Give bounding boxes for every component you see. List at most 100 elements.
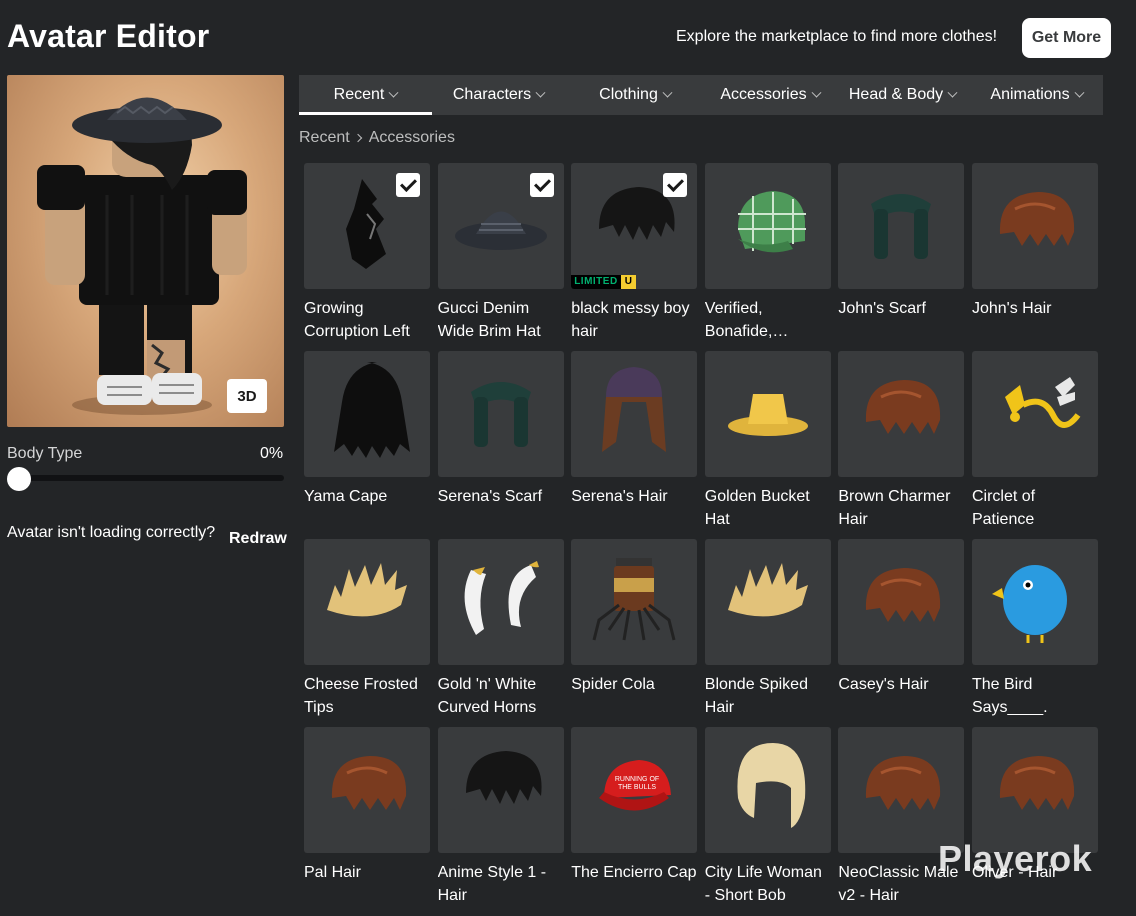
item-thumbnail[interactable] (704, 163, 831, 289)
selected-checkbox[interactable] (663, 173, 688, 197)
item-name[interactable]: Pal Hair (304, 861, 430, 884)
item-thumbnail[interactable] (971, 351, 1098, 477)
item-thumbnail[interactable] (971, 727, 1098, 853)
cape-icon (322, 357, 412, 472)
breadcrumb: Recent Accessories (299, 129, 455, 147)
item-thumbnail[interactable] (304, 539, 430, 665)
item-card[interactable]: Blonde Spiked Hair (704, 539, 831, 727)
item-thumbnail[interactable] (704, 539, 831, 665)
item-thumbnail[interactable] (838, 351, 965, 477)
item-grid: Growing Corruption Left Gucci Denim Wide … (304, 163, 1104, 915)
item-thumbnail[interactable] (971, 539, 1098, 665)
item-card[interactable]: Growing Corruption Left (304, 163, 430, 351)
item-thumbnail[interactable] (304, 727, 430, 853)
item-thumbnail[interactable] (838, 163, 965, 289)
item-name[interactable]: Golden Bucket Hat (705, 485, 831, 531)
tab-head-body[interactable]: Head & Body (835, 75, 970, 115)
item-name[interactable]: Serena's Hair (571, 485, 697, 508)
item-thumbnail[interactable] (838, 539, 965, 665)
view-3d-button[interactable]: 3D (227, 379, 267, 413)
body-type-value: 0% (260, 445, 284, 462)
item-thumbnail[interactable] (971, 163, 1098, 289)
item-thumbnail[interactable] (304, 351, 430, 477)
tab-recent[interactable]: Recent (299, 75, 432, 115)
item-card[interactable]: Golden Bucket Hat (704, 351, 831, 539)
item-card[interactable]: John's Scarf (838, 163, 965, 351)
horns-icon (451, 555, 551, 650)
item-name[interactable]: Verified, Bonafide,… (705, 297, 831, 343)
item-thumbnail[interactable] (838, 727, 965, 853)
spiky-hair-icon (317, 560, 417, 645)
item-card[interactable]: Casey's Hair (838, 539, 965, 727)
chevron-down-icon (1074, 87, 1085, 98)
item-name[interactable]: Casey's Hair (838, 673, 964, 696)
item-card[interactable]: Gold 'n' White Curved Horns (437, 539, 564, 727)
item-name[interactable]: The Encierro Cap (571, 861, 697, 884)
hair-icon (990, 184, 1080, 269)
scarf-icon (456, 367, 546, 462)
item-name[interactable]: The Bird Says____. (972, 673, 1098, 719)
tab-accessories[interactable]: Accessories (705, 75, 835, 115)
item-thumbnail[interactable] (704, 351, 831, 477)
item-card[interactable]: Circlet of Patience (971, 351, 1098, 539)
item-card[interactable]: Anime Style 1 - Hair (437, 727, 564, 915)
item-name[interactable]: Circlet of Patience (972, 485, 1098, 531)
hair-icon (856, 560, 946, 645)
item-name[interactable]: Spider Cola (571, 673, 697, 696)
item-thumbnail[interactable]: RUNNING OF THE BULLS (571, 727, 698, 853)
tab-clothing[interactable]: Clothing (565, 75, 705, 115)
item-name[interactable]: Cheese Frosted Tips (304, 673, 430, 719)
item-card[interactable]: Gucci Denim Wide Brim Hat (437, 163, 564, 351)
tab-animations[interactable]: Animations (970, 75, 1103, 115)
item-card[interactable]: Yama Cape (304, 351, 430, 539)
item-card[interactable]: Spider Cola (571, 539, 698, 727)
tab-characters[interactable]: Characters (432, 75, 565, 115)
item-name[interactable]: Yama Cape (304, 485, 430, 508)
item-thumbnail[interactable] (304, 163, 430, 289)
item-card[interactable]: Verified, Bonafide,… (704, 163, 831, 351)
item-card[interactable]: Pal Hair (304, 727, 430, 915)
item-thumbnail[interactable] (437, 351, 564, 477)
item-card[interactable]: LIMITED U black messy boy hair (571, 163, 698, 351)
item-card[interactable]: RUNNING OF THE BULLS The Encierro Cap (571, 727, 698, 915)
breadcrumb-recent[interactable]: Recent (299, 129, 350, 147)
item-name[interactable]: Anime Style 1 - Hair (438, 861, 564, 907)
item-card[interactable]: Serena's Scarf (437, 351, 564, 539)
item-name[interactable]: Growing Corruption Left (304, 297, 430, 343)
body-type-slider-track[interactable] (7, 475, 284, 481)
item-thumbnail[interactable] (437, 539, 564, 665)
item-name[interactable]: Serena's Scarf (438, 485, 564, 508)
item-thumbnail[interactable] (437, 727, 564, 853)
avatar-preview[interactable] (7, 75, 284, 427)
item-card[interactable]: Brown Charmer Hair (838, 351, 965, 539)
item-thumbnail[interactable] (437, 163, 564, 289)
selected-checkbox[interactable] (396, 173, 420, 197)
item-card[interactable]: NeoClassic Male v2 - Hair (838, 727, 965, 915)
item-thumbnail[interactable] (571, 539, 698, 665)
item-name[interactable]: City Life Woman - Short Bob (705, 861, 831, 907)
spiky-hair-icon (718, 560, 818, 645)
body-type-slider-thumb[interactable] (7, 467, 31, 491)
item-name[interactable]: John's Hair (972, 297, 1098, 320)
item-thumbnail[interactable] (571, 351, 698, 477)
item-card[interactable]: The Bird Says____. (971, 539, 1098, 727)
selected-checkbox[interactable] (529, 173, 554, 197)
item-thumbnail[interactable]: LIMITED U (571, 163, 698, 289)
item-name[interactable]: Blonde Spiked Hair (705, 673, 831, 719)
item-card[interactable]: Serena's Hair (571, 351, 698, 539)
get-more-button[interactable]: Get More (1022, 18, 1111, 58)
item-thumbnail[interactable] (704, 727, 831, 853)
redraw-button[interactable]: Redraw (229, 530, 287, 548)
body-type-label: Body Type (7, 445, 83, 462)
item-name[interactable]: Gucci Denim Wide Brim Hat (438, 297, 564, 343)
item-card[interactable]: Oliver - Hair (971, 727, 1098, 915)
item-name[interactable]: black messy boy hair (571, 297, 697, 343)
chevron-down-icon (811, 87, 822, 98)
item-card[interactable]: John's Hair (971, 163, 1098, 351)
item-name[interactable]: Brown Charmer Hair (838, 485, 964, 531)
item-card[interactable]: Cheese Frosted Tips (304, 539, 430, 727)
item-card[interactable]: City Life Woman - Short Bob (704, 727, 831, 915)
item-name[interactable]: Gold 'n' White Curved Horns (438, 673, 564, 719)
tab-label: Characters (452, 86, 532, 103)
item-name[interactable]: John's Scarf (838, 297, 964, 320)
